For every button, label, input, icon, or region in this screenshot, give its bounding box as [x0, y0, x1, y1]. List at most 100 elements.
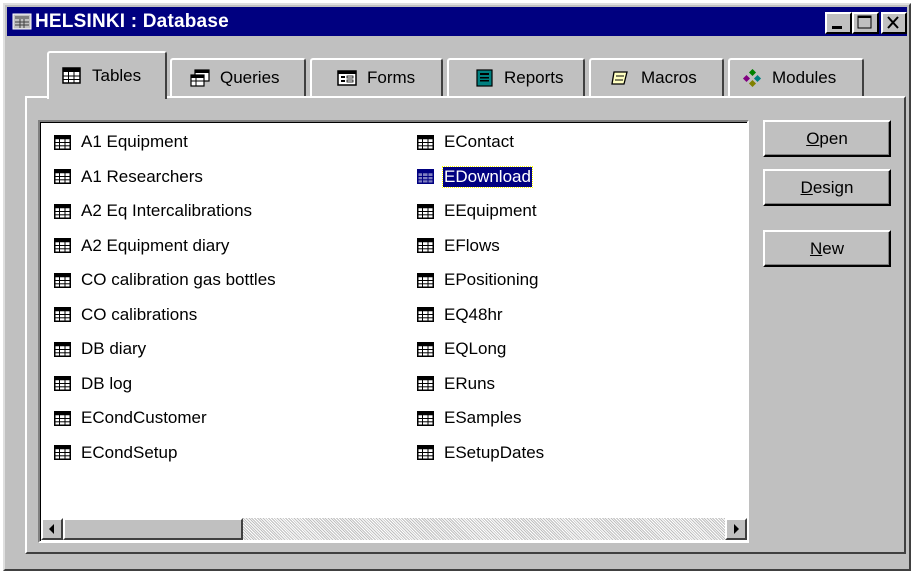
table-list-item[interactable]: EQLong	[417, 337, 507, 361]
arrow-right-icon	[734, 524, 739, 534]
table-icon	[417, 341, 434, 357]
table-icon	[417, 445, 434, 460]
table-name: ECondCustomer	[81, 408, 207, 427]
open-button-label: pen	[819, 128, 848, 148]
table-icon	[417, 376, 434, 391]
tab-label-queries: Queries	[220, 68, 280, 87]
new-button-label: ew	[822, 238, 844, 258]
table-name: A1 Equipment	[81, 132, 188, 151]
table-name: EDownload	[442, 165, 533, 188]
tab-reports[interactable]: Reports	[447, 58, 585, 96]
table-list-item[interactable]: A2 Eq Intercalibrations	[54, 199, 253, 223]
table-list-item[interactable]: EContact	[417, 130, 515, 154]
table-name: EFlows	[444, 235, 500, 255]
table-list-item[interactable]: A1 Equipment	[54, 130, 189, 154]
scroll-right-button[interactable]	[725, 518, 747, 540]
arrow-left-icon	[49, 524, 54, 534]
table-list-item[interactable]: ERuns	[417, 372, 496, 396]
table-name: ERuns	[444, 373, 496, 393]
table-name: CO calibration gas bottles	[81, 270, 276, 289]
table-list-item[interactable]: ECondSetup	[54, 441, 178, 465]
table-name: EEquipment	[444, 201, 537, 220]
tab-label-tables: Tables	[92, 66, 142, 85]
table-list-item[interactable]: DB diary	[54, 337, 147, 361]
table-icon	[54, 445, 71, 460]
table-name: EQ48hr	[444, 304, 503, 324]
table-name: ESetupDates	[444, 442, 545, 462]
report-icon	[476, 69, 493, 87]
close-icon	[887, 16, 899, 29]
title-bar[interactable]: HELSINKI : Database	[7, 7, 907, 36]
tab-tables[interactable]: Tables	[47, 51, 167, 99]
design-button[interactable]: Design	[763, 169, 891, 206]
tab-label-forms: Forms	[367, 68, 416, 87]
table-name: ESamples	[444, 408, 522, 427]
table-icon	[54, 169, 71, 184]
module-icon	[742, 69, 762, 87]
table-icon	[417, 410, 434, 426]
tab-queries[interactable]: Queries	[170, 58, 306, 96]
table-name: EContact	[444, 132, 514, 151]
tab-label-macros: Macros	[641, 68, 697, 87]
table-icon	[417, 203, 434, 219]
tab-modules[interactable]: Modules	[728, 58, 864, 96]
minimize-button[interactable]	[825, 12, 852, 34]
table-list-item[interactable]: EEquipment	[417, 199, 538, 223]
design-button-label: esign	[812, 177, 854, 197]
table-name: DB diary	[81, 339, 147, 358]
table-list-item[interactable]: DB log	[54, 372, 133, 396]
tab-macros[interactable]: Macros	[589, 58, 724, 96]
table-name: A1 Researchers	[81, 166, 203, 186]
scroll-thumb[interactable]	[63, 518, 243, 540]
maximize-button[interactable]	[852, 12, 879, 34]
table-list-item[interactable]: ECondCustomer	[54, 406, 208, 430]
table-name: EPositioning	[444, 270, 539, 289]
macro-icon	[611, 71, 628, 85]
table-list-item[interactable]: CO calibration gas bottles	[54, 268, 277, 292]
table-list-item[interactable]: EFlows	[417, 234, 501, 258]
table-icon	[417, 307, 434, 322]
maximize-icon	[857, 15, 872, 29]
table-list-item[interactable]: EPositioning	[417, 268, 540, 292]
tables-list[interactable]: A1 Equipment A1 Researchers A2 Eq Interc…	[38, 120, 749, 543]
table-icon	[417, 272, 434, 288]
table-icon	[54, 307, 71, 322]
table-icon	[54, 341, 71, 357]
database-window-icon	[12, 13, 32, 30]
horizontal-scrollbar[interactable]	[41, 518, 747, 540]
table-name: ECondSetup	[81, 442, 178, 462]
table-icon	[54, 134, 71, 150]
tab-label-modules: Modules	[772, 68, 837, 87]
new-button-accel: N	[809, 238, 823, 258]
scroll-left-button[interactable]	[41, 518, 63, 540]
table-name: A2 Eq Intercalibrations	[81, 201, 253, 220]
table-list-item[interactable]: A2 Equipment diary	[54, 234, 230, 258]
table-icon	[54, 238, 71, 253]
table-icon	[417, 134, 434, 150]
table-icon	[62, 67, 81, 84]
table-name: CO calibrations	[81, 304, 198, 324]
minimize-icon	[832, 26, 842, 29]
new-button[interactable]: New	[763, 230, 891, 267]
table-icon	[54, 410, 71, 426]
table-icon	[54, 203, 71, 219]
table-icon	[417, 169, 434, 184]
table-list-item[interactable]: EDownload	[417, 165, 533, 189]
table-name: EQLong	[444, 339, 507, 358]
query-icon	[190, 69, 210, 87]
form-icon	[337, 70, 357, 86]
table-list-item[interactable]: ESetupDates	[417, 441, 545, 465]
tab-label-reports: Reports	[504, 68, 564, 87]
table-list-item[interactable]: A1 Researchers	[54, 165, 204, 189]
table-name: DB log	[81, 373, 133, 393]
table-list-item[interactable]: CO calibrations	[54, 303, 198, 327]
window-title: HELSINKI : Database	[35, 11, 229, 32]
table-name: A2 Equipment diary	[81, 235, 230, 255]
table-icon	[54, 272, 71, 288]
open-button-accel: O	[806, 128, 820, 148]
table-list-item[interactable]: ESamples	[417, 406, 522, 430]
tab-forms[interactable]: Forms	[310, 58, 443, 96]
close-button[interactable]	[881, 12, 907, 34]
open-button[interactable]: Open	[763, 120, 891, 157]
table-list-item[interactable]: EQ48hr	[417, 303, 504, 327]
